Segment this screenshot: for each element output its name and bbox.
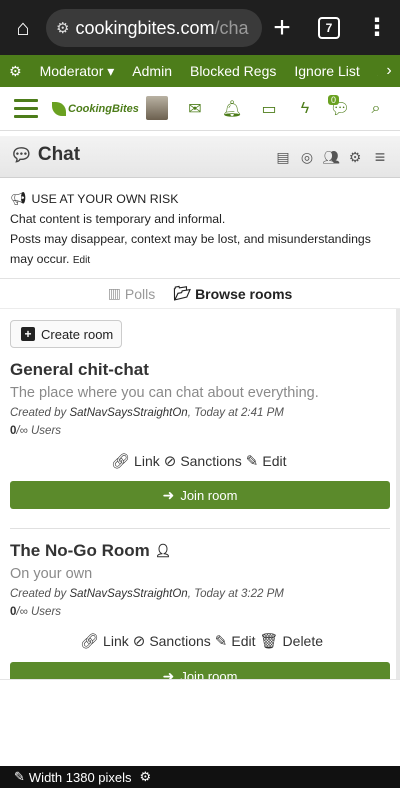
plus-icon: + [21,327,35,341]
bottom-area [0,679,400,766]
users-icon[interactable]: 👥︎ [320,146,342,168]
link-button[interactable]: 🔗︎ Link [111,452,160,470]
search-icon[interactable]: ⌕ [358,87,394,131]
site-logo[interactable]: CookingBites [52,96,139,122]
page-title: 💬︎ Chat [10,144,81,165]
sign-in-icon: ➜ [162,667,175,680]
room-users: 0/∞ Users [10,425,62,437]
user-slash-icon: ⊘ [163,453,177,470]
room-description: The place where you can chat about every… [10,385,319,401]
create-room-button[interactable]: + Create room [10,320,122,348]
room-title[interactable]: The No-Go Room 👤︎ [10,541,171,561]
chat-icon: 💬︎ [10,144,33,165]
sign-in-icon: ➜ [162,486,175,503]
delete-button[interactable]: 🗑︎ Delete [260,632,324,650]
moderator-bar: ⚙ Moderator ▾ Admin Blocked Regs Ignore … [0,55,400,87]
edit-button[interactable]: ✎ Edit [246,452,287,470]
edit-button[interactable]: ✎ Edit [215,632,256,650]
sanctions-button[interactable]: ⊘ Sanctions [164,452,242,470]
site-settings-icon[interactable]: ⚙ [56,19,69,37]
user-slash-icon: ⊘ [132,633,146,650]
tab-polls[interactable]: ▥ Polls [108,285,156,302]
creator-link[interactable]: SatNavSaysStraightOn [69,407,187,419]
admin-link[interactable]: Admin [123,63,181,79]
tab-switcher-button[interactable]: 7 [318,17,340,39]
chat-bubbles-icon[interactable]: 💬︎ [322,87,358,131]
rooms-list: + Create room General chit-chat The plac… [0,309,400,679]
site-header: CookingBites ✉ 🔔︎ ▭ ϟ 💬︎ 0 ⌕ [0,87,400,131]
room-created: Created by SatNavSaysStraightOn, Today a… [10,588,284,600]
link-icon: 🔗︎ [111,453,131,470]
trash-icon: 🗑︎ [259,633,279,650]
browser-menu-icon[interactable]: ⋮ [362,0,392,55]
room-actions: 🔗︎ Link ⊘ Sanctions ✎ Edit [111,452,291,470]
user-lock-icon: 👤︎ [154,543,172,558]
moderator-menu[interactable]: Moderator ▾ [31,63,124,80]
megaphone-icon: 📢︎ [10,191,27,206]
link-icon: 🔗︎ [80,633,100,650]
home-icon[interactable]: ⌂ [0,0,46,55]
chat-header: 💬︎ Chat ▤ ◎ 👥︎ ⚙ ≡ [0,136,400,178]
settings-icon[interactable]: ⚙ [344,146,366,168]
user-avatar[interactable] [146,96,168,120]
edit-icon: ✎ [245,453,259,470]
bell-icon[interactable]: 🔔︎ [214,87,250,131]
menu-icon[interactable]: ≡ [369,146,391,168]
leaf-icon [52,102,66,116]
new-tab-icon[interactable]: + [266,0,298,55]
lifebuoy-icon[interactable]: ◎ [296,146,318,168]
tab-browse-rooms[interactable]: 📂︎ Browse rooms [173,285,292,302]
room-created: Created by SatNavSaysStraightOn, Today a… [10,407,284,419]
mod-tools-icon[interactable]: ⚙ [0,63,31,80]
scrollbar[interactable] [396,309,400,679]
room-title[interactable]: General chit-chat [10,360,149,380]
gear-icon[interactable]: ⚙ [140,769,152,785]
sanctions-button[interactable]: ⊘ Sanctions [133,632,211,650]
chart-icon: ▥ [107,285,121,301]
address-bar[interactable]: ⚙ cookingbites.com/cha [46,9,262,47]
join-room-button[interactable]: ➜ Join room [10,481,390,509]
book-icon[interactable]: ▤ [272,146,294,168]
join-room-button[interactable]: ➜ Join room [10,662,390,679]
url-text: cookingbites.com/cha [75,17,249,38]
room-tabs: ▥ Polls 📂︎ Browse rooms [0,279,400,309]
scroll-right-icon[interactable]: › [378,55,400,87]
divider [10,528,390,529]
card-icon[interactable]: ▭ [251,87,287,131]
bolt-icon[interactable]: ϟ [287,87,323,131]
hamburger-menu-icon[interactable] [14,99,38,119]
blocked-regs-link[interactable]: Blocked Regs [181,63,285,79]
room-description: On your own [10,566,93,582]
ignore-list-link[interactable]: Ignore List [285,63,368,79]
creator-link[interactable]: SatNavSaysStraightOn [69,588,187,600]
browser-toolbar: ⌂ ⚙ cookingbites.com/cha + 7 ⋮ [0,0,400,55]
room-users: 0/∞ Users [10,606,62,618]
link-button[interactable]: 🔗︎ Link [80,632,129,650]
folder-icon: 📂︎ [173,285,192,301]
status-bar: ✎ Width 1380 pixels ⚙ [0,766,400,788]
chat-badge: 0 [328,95,340,105]
risk-notice: 📢︎ USE AT YOUR OWN RISK Chat content is t… [0,178,400,279]
mail-icon[interactable]: ✉ [177,87,213,131]
notice-edit-link[interactable]: Edit [73,255,90,266]
edit-icon: ✎ [214,633,228,650]
room-actions: 🔗︎ Link ⊘ Sanctions ✎ Edit 🗑︎ Delete [80,632,327,650]
pencil-icon: ✎ [14,769,25,784]
